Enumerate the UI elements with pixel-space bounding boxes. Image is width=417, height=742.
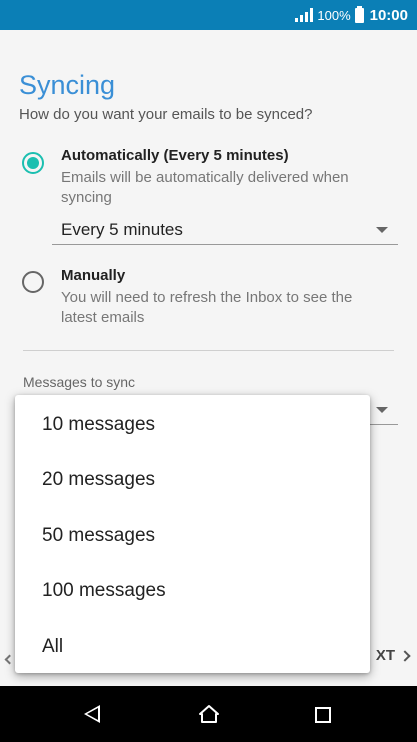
battery-percent: 100% xyxy=(317,7,351,23)
status-bar: 100% 10:00 xyxy=(0,0,417,30)
page-subtitle: How do you want your emails to be synced… xyxy=(19,106,313,123)
interval-select[interactable]: Every 5 minutes xyxy=(52,217,398,245)
dropdown-item-50[interactable]: 50 messages xyxy=(15,508,370,564)
radio-automatic[interactable] xyxy=(22,152,44,174)
chevron-right-icon xyxy=(399,649,411,662)
page-title: Syncing xyxy=(19,70,116,100)
next-label: XT xyxy=(375,647,395,664)
screen: 100% 10:00 Syncing How do you want your … xyxy=(0,0,417,742)
back-button[interactable] xyxy=(4,650,15,666)
dropdown-item-100[interactable]: 100 messages xyxy=(15,563,370,619)
dropdown-item-all[interactable]: All xyxy=(15,619,370,675)
dropdown-arrow-icon xyxy=(376,407,388,413)
divider xyxy=(23,350,394,351)
chevron-left-icon xyxy=(4,654,15,665)
back-icon[interactable] xyxy=(84,705,100,723)
clock: 10:00 xyxy=(369,6,408,24)
dropdown-item-10[interactable]: 10 messages xyxy=(15,397,370,453)
battery-icon xyxy=(354,5,364,23)
signal-icon xyxy=(295,8,314,22)
next-button[interactable]: XT xyxy=(375,647,411,664)
option-automatic-description: Emails will be automatically delivered w… xyxy=(61,169,349,206)
option-automatic-title: Automatically (Every 5 minutes) xyxy=(61,147,289,164)
dropdown-item-20[interactable]: 20 messages xyxy=(15,452,370,508)
messages-to-sync-label: Messages to sync xyxy=(23,374,136,390)
dropdown-arrow-icon xyxy=(376,227,388,233)
home-icon[interactable] xyxy=(198,704,220,724)
radio-manual[interactable] xyxy=(22,271,44,293)
messages-dropdown-menu: 10 messages 20 messages 50 messages 100 … xyxy=(15,395,370,673)
interval-select-value: Every 5 minutes xyxy=(61,220,183,239)
option-manual-description: You will need to refresh the Inbox to se… xyxy=(61,289,353,326)
option-manual-title: Manually xyxy=(61,267,126,284)
navigation-bar xyxy=(0,686,417,742)
recents-icon[interactable] xyxy=(315,707,331,723)
